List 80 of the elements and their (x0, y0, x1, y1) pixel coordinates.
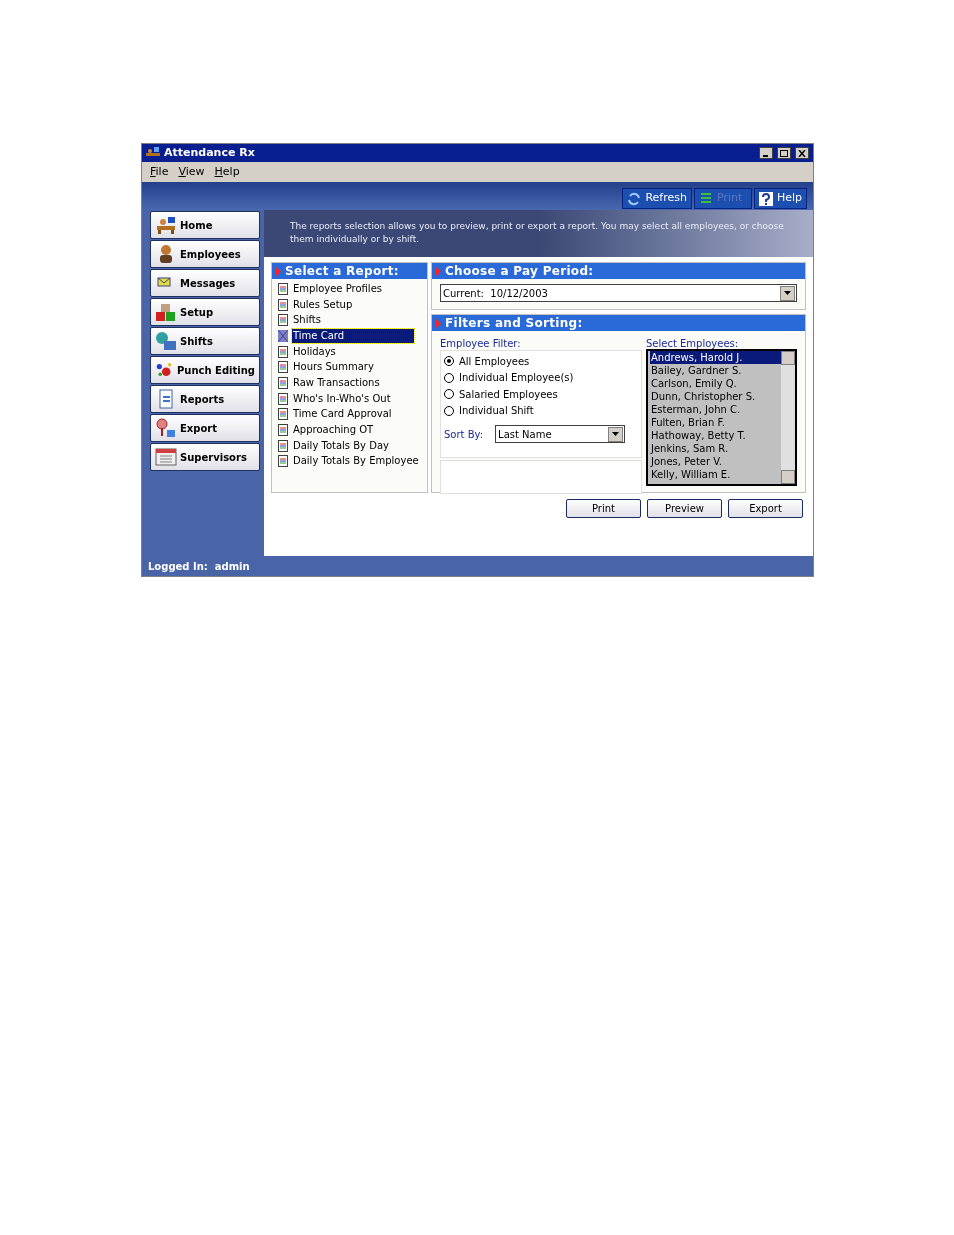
report-item[interactable]: Daily Totals By Day (278, 437, 427, 454)
maximize-icon (780, 149, 788, 157)
employees-label: Select Employees: (646, 337, 740, 349)
refresh-icon (627, 191, 642, 206)
employee-item[interactable]: Esterman, John C. (650, 403, 781, 416)
panel-header: Filters and Sorting: (432, 315, 805, 331)
document-icon (278, 455, 288, 468)
report-item[interactable]: Time Card Approval (278, 406, 427, 423)
sidebar-button[interactable]: Reports (150, 385, 260, 413)
sort-dropdown[interactable]: Last Name (495, 425, 626, 443)
document-icon (278, 376, 288, 389)
radio-option[interactable]: Salaried Employees (444, 386, 638, 403)
report-item[interactable]: Employee Profiles (278, 281, 427, 297)
sidebar-button[interactable]: Export (150, 414, 260, 442)
arrow-icon (436, 266, 441, 276)
description-text: The reports selection allows you to preview, print or export a report. You may select all employees, or choose them individually or by shift. (290, 220, 785, 246)
panel-header: Choose a Pay Period: (432, 263, 805, 279)
toolbar-button[interactable]: Help (753, 188, 807, 209)
desk-icon (155, 215, 177, 235)
report-item[interactable]: Rules Setup (278, 296, 427, 313)
employee-item[interactable]: Jenkins, Sam R. (650, 442, 781, 455)
employee-item[interactable]: Andrews, Harold J. (650, 351, 781, 364)
document-icon (278, 361, 288, 374)
action-button[interactable]: Export (728, 499, 803, 518)
sidebar-button[interactable]: Supervisors (150, 443, 260, 471)
employee-item[interactable]: Bailey, Gardner S. (650, 364, 781, 377)
close-icon (798, 149, 806, 157)
employee-item[interactable]: Dunn, Christopher S. (650, 390, 781, 403)
document-icon (278, 424, 288, 437)
document-icon (278, 329, 288, 342)
menu-item[interactable]: Help (214, 163, 240, 181)
employee-item[interactable]: Hathoway, Betty T. (650, 429, 781, 442)
toolbar-button[interactable]: Refresh (622, 188, 692, 209)
arrow-icon (436, 318, 441, 328)
window-title: Attendance Rx (164, 144, 256, 161)
menu-item[interactable]: View (178, 163, 205, 181)
report-item[interactable]: Raw Transactions (278, 375, 427, 391)
desk-icon (146, 147, 160, 159)
radio-option[interactable]: All Employees (444, 353, 638, 370)
sidebar-button[interactable]: Punch Editing (150, 356, 260, 384)
report-item[interactable]: Daily Totals By Employee (278, 453, 427, 470)
sort-label: Sort By: (444, 427, 484, 442)
document-icon (278, 345, 288, 358)
sidebar-button[interactable]: Employees (150, 240, 260, 268)
sidebar-button[interactable]: Shifts (150, 327, 260, 355)
scrollbar[interactable] (781, 351, 795, 484)
action-button[interactable]: Print (566, 499, 641, 518)
employee-item[interactable]: Kelly, William E. (650, 468, 781, 481)
blocks-icon (155, 302, 177, 322)
document-icon (278, 392, 288, 405)
document-icon (278, 314, 288, 327)
status-bar: Logged In: admin (142, 556, 813, 576)
minimize-button[interactable] (759, 147, 773, 159)
calendar-icon (155, 447, 177, 467)
employee-item[interactable]: Fulten, Brian F. (650, 416, 781, 429)
document-icon (278, 282, 288, 295)
document-icon (278, 298, 288, 311)
sidebar-button[interactable]: Home (150, 211, 260, 239)
report-item[interactable]: Holidays (278, 343, 427, 360)
report-item[interactable]: Shifts (278, 312, 427, 329)
radio-option[interactable]: Individual Shift (444, 402, 638, 419)
report-item[interactable]: Who's In-Who's Out (278, 390, 427, 407)
help-icon (758, 191, 773, 206)
employee-item[interactable]: Carlson, Emily Q. (650, 377, 781, 390)
employee-item[interactable]: Jones, Peter V. (650, 455, 781, 468)
arrow-icon (276, 266, 281, 276)
close-button[interactable] (795, 147, 809, 159)
filter-label: Employee Filter: (440, 337, 522, 350)
sidebar-button[interactable]: Messages (150, 269, 260, 297)
pay-period-dropdown[interactable]: Current: 10/12/2003 (440, 284, 797, 302)
sidebar-button[interactable]: Setup (150, 298, 260, 326)
document-icon (278, 408, 288, 421)
report-item[interactable]: Hours Summary (278, 359, 427, 376)
report-item[interactable]: Approaching OT (278, 422, 427, 438)
panel-header: Select a Report: (272, 263, 427, 279)
radio-option[interactable]: Individual Employee(s) (444, 369, 638, 386)
menu-item[interactable]: File (150, 163, 169, 181)
document-icon (278, 439, 288, 452)
action-button[interactable]: Preview (647, 499, 722, 518)
maximize-button[interactable] (777, 147, 791, 159)
